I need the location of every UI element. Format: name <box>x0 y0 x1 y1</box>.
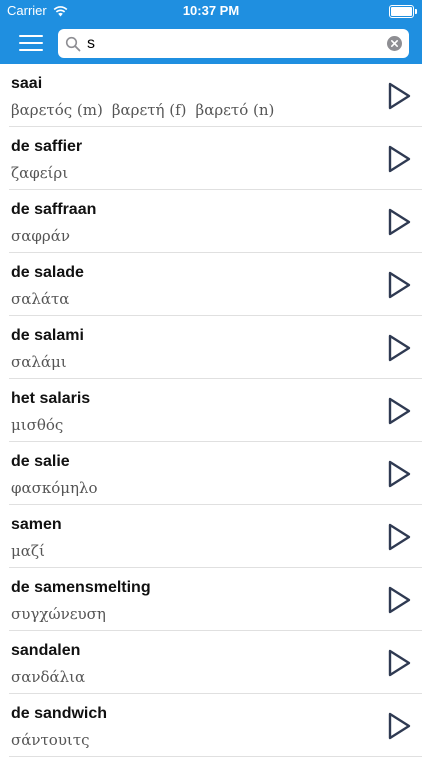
clear-search-icon[interactable] <box>387 36 402 51</box>
entry-translation: συγχώνευση <box>11 605 115 623</box>
entry-word: saai <box>11 75 43 92</box>
entry-translation: σαφράν <box>11 227 79 245</box>
entry-word: de saffraan <box>11 201 97 218</box>
play-icon[interactable] <box>386 144 412 174</box>
translation-text: βαρετή (f) <box>111 101 187 119</box>
play-icon[interactable] <box>386 396 412 426</box>
menu-icon[interactable] <box>19 34 43 52</box>
list-item[interactable]: samen μαζί <box>0 505 422 568</box>
search-bar[interactable] <box>58 29 409 58</box>
translation-text: φασκόμηλο <box>11 479 98 497</box>
entry-word: de saffier <box>11 138 83 155</box>
list-item[interactable]: de salami σαλάμι <box>0 316 422 379</box>
entry-word: het salaris <box>11 390 91 407</box>
play-icon[interactable] <box>386 648 412 678</box>
play-icon[interactable] <box>386 207 412 237</box>
translation-text: συγχώνευση <box>11 605 106 623</box>
translation-text: σάντουιτς <box>11 731 90 749</box>
entry-translation: σάντουιτς <box>11 731 99 749</box>
translation-text: βαρετό (n) <box>195 101 275 119</box>
translation-text: σαλάτα <box>11 290 70 308</box>
list-item[interactable]: de samensmelting συγχώνευση <box>0 568 422 631</box>
results-list: saai βαρετός (m) βαρετή (f) βαρετό (n) de sa… <box>0 64 422 757</box>
status-bar: Carrier 10:37 PM <box>0 0 422 22</box>
entry-translation: σανδάλια <box>11 668 94 686</box>
list-item[interactable]: de salie φασκόμηλο <box>0 442 422 505</box>
play-icon[interactable] <box>386 333 412 363</box>
translation-text: βαρετός (m) <box>11 101 103 119</box>
entry-word: de salami <box>11 327 84 344</box>
list-item[interactable]: saai βαρετός (m) βαρετή (f) βαρετό (n) <box>0 64 422 127</box>
list-item[interactable]: de salade σαλάτα <box>0 253 422 316</box>
translation-text: μαζί <box>11 542 45 560</box>
list-item[interactable]: het salaris μισθός <box>0 379 422 442</box>
play-icon[interactable] <box>386 522 412 552</box>
entry-word: de salie <box>11 453 70 470</box>
entry-word: de sandwich <box>11 705 108 722</box>
play-icon[interactable] <box>386 270 412 300</box>
clock: 10:37 PM <box>182 3 240 18</box>
play-icon[interactable] <box>386 585 412 615</box>
translation-text: σαλάμι <box>11 353 67 371</box>
entry-translation: μισθός <box>11 416 72 434</box>
entry-translation: σαλάτα <box>11 290 78 308</box>
play-icon[interactable] <box>386 711 412 741</box>
translation-text: ζαφείρι <box>11 164 69 182</box>
entry-word: de salade <box>11 264 84 281</box>
entry-translation: μαζί <box>11 542 54 560</box>
battery-icon <box>389 5 417 18</box>
entry-translation: βαρετός (m) βαρετή (f) βαρετό (n) <box>11 101 283 119</box>
entry-translation: φασκόμηλο <box>11 479 107 497</box>
navigation-bar <box>0 22 422 64</box>
translation-text: σανδάλια <box>11 668 86 686</box>
translation-text: μισθός <box>11 416 64 434</box>
list-item[interactable]: de saffraan σαφράν <box>0 190 422 253</box>
play-icon[interactable] <box>386 459 412 489</box>
list-item[interactable]: de saffier ζαφείρι <box>0 127 422 190</box>
list-item[interactable]: sandalen σανδάλια <box>0 631 422 694</box>
search-icon <box>65 36 81 52</box>
entry-translation: σαλάμι <box>11 353 76 371</box>
entry-word: samen <box>11 516 62 533</box>
search-input[interactable] <box>87 29 377 58</box>
entry-word: de samensmelting <box>11 579 151 596</box>
entry-word: sandalen <box>11 642 81 659</box>
play-icon[interactable] <box>386 81 412 111</box>
list-item[interactable]: de sandwich σάντουιτς <box>0 694 422 757</box>
entry-translation: ζαφείρι <box>11 164 77 182</box>
translation-text: σαφράν <box>11 227 70 245</box>
